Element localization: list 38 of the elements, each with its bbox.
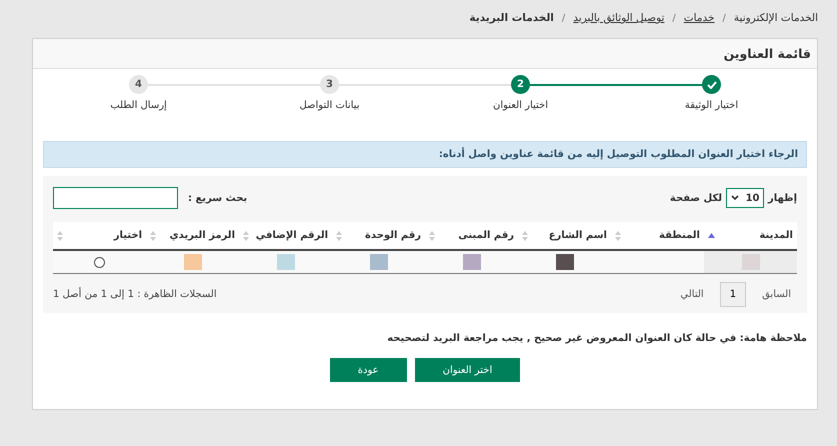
records-summary: السجلات الظاهرة : 1 إلى 1 من أصل 1 bbox=[53, 289, 217, 300]
breadcrumb-link[interactable]: خدمات bbox=[684, 12, 715, 24]
step-label: اختيار العنوان bbox=[493, 100, 548, 111]
column-header[interactable]: الرقم الإضافي bbox=[239, 222, 332, 249]
per-page-label: لكل صفحة bbox=[670, 192, 722, 204]
previous-button[interactable]: السابق bbox=[756, 285, 797, 304]
breadcrumb-item: الخدمات الإلكترونية bbox=[734, 12, 818, 24]
breadcrumb-separator: / bbox=[722, 12, 726, 24]
breadcrumb-separator: / bbox=[562, 12, 566, 24]
page-button[interactable]: 1 bbox=[720, 282, 746, 307]
note-text: ملاحظة هامة: في حالة كان العنوان المعروض غير صحيح , يجب مراجعة البريد لتصحيحه bbox=[386, 333, 807, 344]
breadcrumb-item: الخدمات البريدية bbox=[469, 12, 554, 24]
next-button[interactable]: التالي bbox=[674, 285, 710, 304]
caret-icon bbox=[730, 195, 739, 201]
panel-title: قائمة العناوين bbox=[724, 46, 811, 61]
step-label: بيانات التواصل bbox=[299, 100, 360, 111]
choose-address-button[interactable]: اختر العنوان bbox=[414, 358, 520, 382]
step-number: 2 bbox=[511, 75, 530, 94]
column-header[interactable]: رقم الوحدة bbox=[332, 222, 425, 249]
select-radio[interactable] bbox=[94, 256, 105, 268]
step-number: 3 bbox=[320, 75, 339, 94]
column-header[interactable]: المنطقة bbox=[611, 222, 704, 249]
step-label: اختيار الوثيقة bbox=[684, 100, 738, 111]
search-label: بحث سريع : bbox=[188, 192, 248, 204]
breadcrumb-separator: / bbox=[672, 12, 676, 24]
search-field[interactable] bbox=[53, 187, 178, 209]
show-label: إظهار bbox=[768, 192, 797, 204]
info-message: الرجاء اختيار العنوان المطلوب التوصيل إليه من قائمة عناوين واصل أدناه: bbox=[43, 141, 807, 168]
column-header[interactable]: المدينة bbox=[704, 222, 797, 249]
page-size-select[interactable]: 10 bbox=[726, 188, 764, 208]
step-number: 4 bbox=[129, 75, 148, 94]
column-header[interactable]: رقم المبنى bbox=[425, 222, 518, 249]
step-label: إرسال الطلب bbox=[110, 100, 167, 111]
back-button[interactable]: عودة bbox=[330, 358, 407, 382]
column-header[interactable]: الرمز البريدي bbox=[146, 222, 239, 249]
column-header[interactable]: اختيار bbox=[53, 222, 146, 249]
column-header[interactable]: اسم الشارع bbox=[518, 222, 611, 249]
breadcrumb-link[interactable]: توصيل الوثائق بالبريد bbox=[573, 12, 664, 24]
